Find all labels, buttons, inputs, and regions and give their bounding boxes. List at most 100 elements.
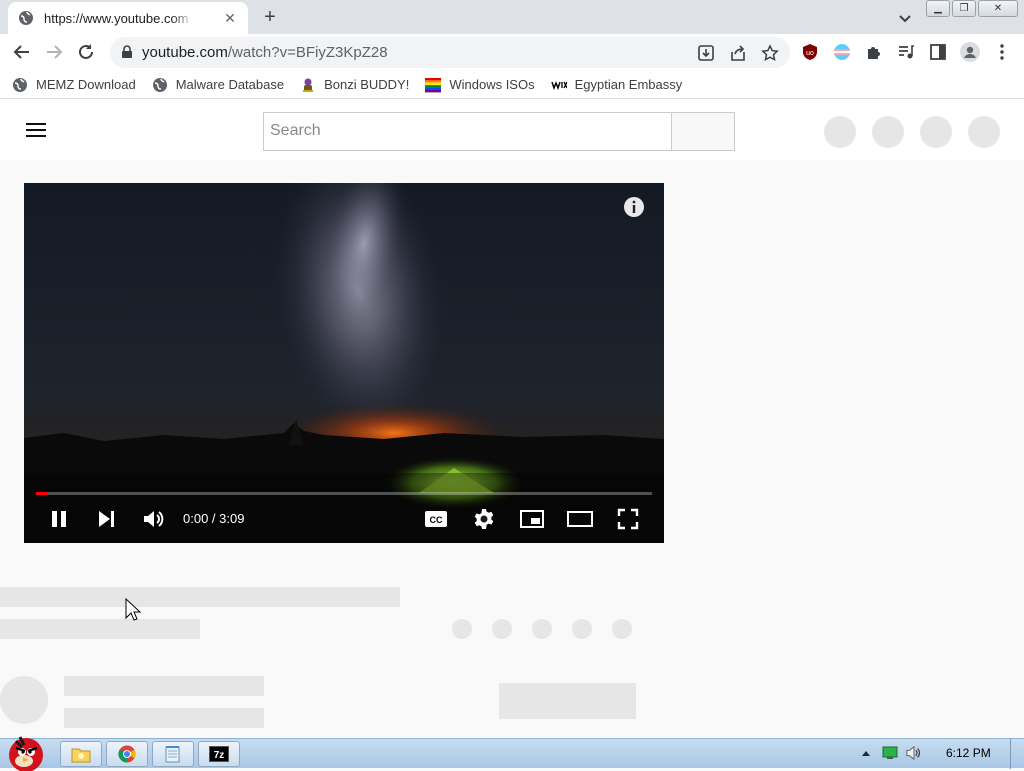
pause-button[interactable] [45, 505, 73, 533]
7zip-label: 7z [214, 750, 225, 761]
skip-next-icon [99, 511, 114, 527]
miniplayer-icon [520, 510, 544, 528]
captions-button[interactable]: CC [422, 505, 450, 533]
bookmark-star-icon[interactable] [760, 43, 780, 63]
media-controls-icon[interactable] [896, 42, 916, 62]
tab-close-icon[interactable]: ✕ [222, 10, 238, 26]
channel-avatar-placeholder [0, 676, 48, 724]
url-host: youtube.com [142, 44, 228, 61]
arrow-right-icon [47, 45, 63, 59]
window-controls: ▁ ❐ ✕ [926, 0, 1018, 17]
volume-button[interactable] [139, 505, 167, 533]
action-placeholder [572, 619, 592, 639]
side-panel-icon[interactable] [928, 42, 948, 62]
subtitle-placeholder [0, 619, 200, 639]
trans-flag-extension-icon[interactable] [832, 42, 852, 62]
tab-title: https://www.youtube.com [44, 10, 189, 26]
closed-captions-icon: CC [425, 511, 447, 527]
title-placeholder [0, 587, 400, 607]
reload-icon [79, 44, 93, 59]
pause-icon [52, 511, 66, 527]
progress-bar[interactable] [36, 492, 652, 495]
volume-icon [144, 511, 164, 527]
globe-icon [19, 11, 33, 25]
new-tab-button[interactable]: + [258, 6, 282, 30]
bookmarks-bar: MEMZ Download Malware Database Bonzi BUD… [0, 71, 1024, 99]
restore-button[interactable]: ❐ [952, 0, 976, 17]
bookmark-label: MEMZ Download [36, 77, 136, 92]
network-icon[interactable] [882, 745, 898, 761]
action-placeholder [532, 619, 552, 639]
volume-tray-icon[interactable] [906, 745, 922, 761]
install-app-icon[interactable] [696, 43, 716, 63]
minimize-button[interactable]: ▁ [926, 0, 950, 17]
url-text[interactable]: youtube.com/watch?v=BFiyZ3KpZ28 [142, 44, 388, 61]
taskbar-chrome-button[interactable] [106, 741, 148, 767]
window-close-button[interactable]: ✕ [978, 0, 1018, 17]
taskbar-notepad-button[interactable] [152, 741, 194, 767]
tab-strip: https://www.youtube.com ✕ + ▁ ❐ ✕ [0, 0, 1024, 34]
bookmark-egyptian-embassy[interactable]: Egyptian Embassy [550, 77, 683, 93]
tab-search-icon[interactable] [895, 8, 915, 28]
forward-button[interactable] [42, 40, 66, 64]
ublock-icon[interactable]: uo [800, 42, 820, 62]
time-display: 0:00 / 3:09 [183, 511, 245, 526]
channel-name-placeholder [64, 676, 264, 696]
bookmark-malware-database[interactable]: Malware Database [152, 77, 284, 93]
address-bar[interactable]: youtube.com/watch?v=BFiyZ3KpZ28 [110, 37, 790, 68]
fullscreen-icon [617, 508, 639, 530]
arrow-left-icon [13, 45, 29, 59]
search-button[interactable] [671, 112, 735, 151]
show-desktop-button[interactable] [1010, 739, 1024, 769]
profile-avatar-icon[interactable] [960, 42, 980, 62]
bookmark-label: Egyptian Embassy [574, 77, 683, 92]
search-input[interactable]: Search [263, 112, 672, 151]
lock-icon[interactable] [120, 45, 134, 59]
settings-button[interactable] [470, 505, 498, 533]
bookmark-windows-isos[interactable]: Windows ISOs [425, 77, 535, 93]
back-button[interactable] [10, 40, 34, 64]
gear-icon [474, 509, 494, 529]
progress-fill [36, 492, 49, 495]
next-button[interactable] [92, 505, 120, 533]
video-frame-milky-way [24, 183, 664, 543]
bookmark-label: Malware Database [175, 77, 285, 92]
bookmark-label: Bonzi BUDDY! [324, 77, 410, 92]
bookmark-bonzi-buddy[interactable]: Bonzi BUDDY! [300, 77, 409, 93]
taskbar-explorer-button[interactable] [60, 741, 102, 767]
cc-label: CC [430, 515, 443, 525]
video-player[interactable]: 0:00 / 3:09 CC [24, 183, 664, 543]
mouse-cursor-icon [125, 598, 141, 621]
url-path: /watch?v=BFiyZ3KpZ28 [227, 44, 388, 61]
header-placeholder-avatar [968, 116, 1000, 148]
globe-icon [152, 77, 167, 92]
reload-button[interactable] [74, 40, 98, 64]
bookmark-memz[interactable]: MEMZ Download [12, 77, 136, 93]
action-placeholder [612, 619, 632, 639]
theater-mode-icon [567, 511, 593, 527]
browser-toolbar: youtube.com/watch?v=BFiyZ3KpZ28 uo [0, 34, 1024, 71]
rainbow-flag-icon [425, 77, 442, 92]
miniplayer-button[interactable] [518, 505, 546, 533]
start-button-angry-bird-icon[interactable] [2, 731, 52, 771]
taskbar-clock[interactable]: 6:12 PM [946, 746, 991, 760]
kebab-menu-icon[interactable] [992, 42, 1012, 62]
share-icon[interactable] [728, 43, 748, 63]
globe-icon [13, 77, 27, 92]
7zip-icon: 7z [209, 746, 229, 762]
show-hidden-icons-button[interactable] [858, 745, 874, 761]
taskbar: 7z 6:12 PM [0, 736, 1024, 771]
theater-mode-button[interactable] [566, 505, 594, 533]
browser-tab[interactable]: https://www.youtube.com ✕ [8, 2, 248, 34]
extensions-puzzle-icon[interactable] [864, 42, 884, 62]
action-placeholder [452, 619, 472, 639]
subscribe-placeholder [499, 683, 636, 719]
channel-subs-placeholder [64, 708, 264, 728]
action-placeholder [492, 619, 512, 639]
fullscreen-button[interactable] [614, 505, 642, 533]
youtube-page: Search 0:00 / 3:09 CC [0, 100, 1024, 738]
taskbar-7zip-button[interactable]: 7z [198, 741, 240, 767]
hamburger-menu-icon[interactable] [26, 123, 46, 137]
header-placeholder-icon [920, 116, 952, 148]
info-icon[interactable] [623, 196, 645, 218]
